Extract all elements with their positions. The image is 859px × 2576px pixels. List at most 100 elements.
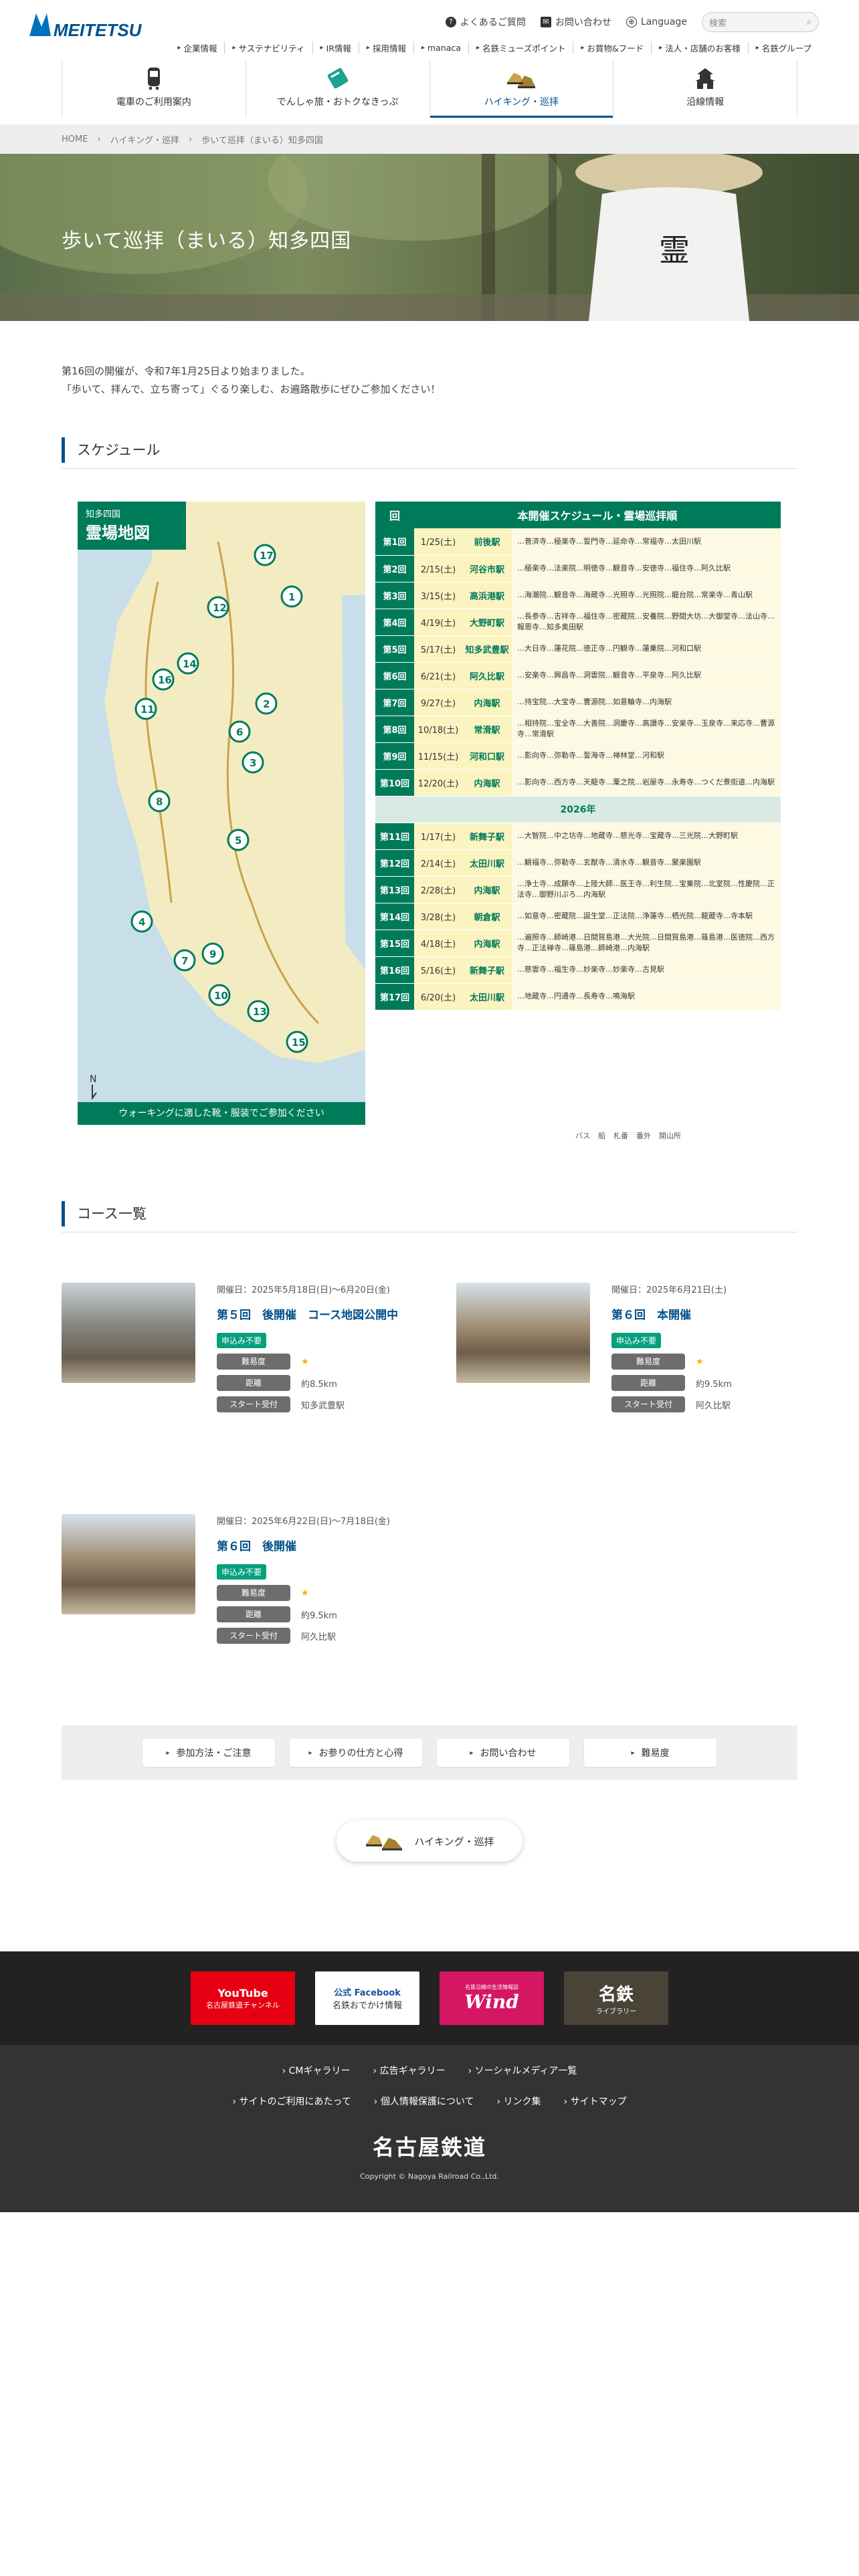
breadcrumb-home[interactable]: HOME [62,134,88,144]
schedule-row: 第1回 1/25(土) 前後駅 …普済寺…極楽寺…誓門寺…延命寺…常福寺…太田川駅 [375,528,781,556]
wind-banner[interactable]: 名鉄沿線の生活情報誌 Wind [440,1971,544,2025]
svg-text:15: 15 [292,1037,306,1049]
castle-icon [690,66,721,91]
course-thumbnail[interactable] [62,1514,195,1614]
map-title-main: 霊場地図 [86,524,150,542]
sublink-group[interactable]: ▸ 名鉄グループ [747,41,819,54]
svg-text:8: 8 [156,796,163,808]
shoes-icon [366,1835,403,1850]
language-link[interactable]: ⊕ Language [626,17,687,27]
course-badge: 申込み不要 [217,1564,267,1580]
sublink-company[interactable]: ▸ 企業情報 [170,41,224,54]
sublink-sustainability[interactable]: ▸ サステナビリティ [224,41,312,54]
legend-ship: 船 [598,1132,605,1140]
footer-link-cm[interactable]: CMギャラリー [282,2064,351,2077]
course-card[interactable]: 開催日：2025年5月18日(日)〜6月20日(金) 第５回 後開催 コース地図… [62,1283,436,1412]
gnav-area-info[interactable]: 沿線情報 [613,60,797,118]
link-participation[interactable]: ▸ 参加方法・ご注意 [142,1739,275,1767]
round-date: 6/20(土) [414,983,462,1010]
gnav-hiking[interactable]: ハイキング・巡拝 [429,60,613,118]
round-number: 第1回 [375,528,414,556]
svg-text:14: 14 [183,658,197,670]
round-route: …影向寺…西方寺…天龍寺…粟之院…岩屋寺…永寿寺…つくだ煮街道…内海駅 [512,769,781,796]
sublink-corporate[interactable]: ▸ 法人・店舗のお客様 [651,41,748,54]
course-thumbnail[interactable] [62,1283,195,1383]
library-banner[interactable]: 名鉄 ライブラリー [564,1971,668,2025]
footer-link-links[interactable]: リンク集 [496,2095,541,2108]
round-number: 第5回 [375,635,414,663]
round-number: 第4回 [375,609,414,636]
banner-caption: 名古屋鉄道チャンネル [206,2000,280,2010]
footer-link-privacy[interactable]: 個人情報保護について [374,2095,474,2108]
difficulty-label: 難易度 [611,1354,685,1370]
logo-text: MEITETSU [54,20,142,40]
svg-text:4: 4 [138,916,145,928]
intro-line: 「歩いて、拝んで、立ち寄って」ぐるり楽しむ、お遍路散歩にぜひご参加ください！ [62,383,441,395]
svg-text:16: 16 [158,674,172,686]
round-date: 9/27(土) [414,689,462,716]
gnav-label: 沿線情報 [686,97,725,108]
gnav-train-guide[interactable]: 電車のご利用案内 [62,60,246,118]
course-date: 開催日：2025年5月18日(日)〜6月20日(金) [217,1285,390,1295]
sublink-shopping[interactable]: ▸ お買物&フード [573,41,651,54]
banner-caption: 名鉄沿線の生活情報誌 [465,1984,518,1990]
course-title[interactable]: 第６回 後開催 [217,1537,417,1556]
footer-links-row2: サイトのご利用にあたって 個人情報保護について リンク集 サイトマップ [0,2095,859,2108]
gnav-tickets[interactable]: でんしゃ旅・おトクなきっぷ [245,60,430,118]
course-thumbnail[interactable] [456,1283,590,1383]
table-head-title: 本開催スケジュール・霊場巡拝順 [414,502,781,528]
banner-caption: ライブラリー [596,2008,636,2016]
breadcrumb: HOME › ハイキング・巡拝 › 歩いて巡拝（まいる）知多四国 [0,124,859,154]
round-station: 常滑駅 [462,716,512,743]
footer-link-ads[interactable]: 広告ギャラリー [373,2064,446,2077]
arrow-right-icon: ▸ [308,1749,312,1757]
start-label: スタート受付 [611,1396,685,1412]
search-input[interactable]: 検索 ⌕ [702,12,819,32]
link-contact[interactable]: ▸ お問い合わせ [437,1739,569,1767]
footer-link-social[interactable]: ソーシャルメディア一覧 [468,2064,577,2077]
breadcrumb-hiking[interactable]: ハイキング・巡拝 [110,133,179,146]
course-card[interactable]: 開催日：2025年6月22日(日)〜7月18日(金) 第６回 後開催 申込み不要… [62,1514,436,1644]
legend-fudasho: 札番 [613,1132,628,1140]
sublink-manaca[interactable]: ▸ manaca [413,41,468,54]
round-station: 内海駅 [462,689,512,716]
round-number: 第13回 [375,876,414,903]
question-icon: ? [445,17,456,27]
sublink-recruit[interactable]: ▸ 採用情報 [358,41,413,54]
facebook-banner[interactable]: 公式 Facebook 名鉄おでかけ情報 [315,1971,419,2025]
search-icon[interactable]: ⌕ [807,17,812,27]
sublink-ir[interactable]: ▸ IR情報 [312,41,359,54]
arrow-right-icon: ▸ [631,1749,635,1757]
svg-text:10: 10 [214,990,228,1002]
schedule-row: 第3回 3/15(土) 高浜港駅 …海潮院…観音寺…海蔵寺…光照寺…光照院…龍台院…常… [375,582,781,609]
pilgrimage-map[interactable]: 17 1 12 14 16 11 2 6 3 8 5 4 7 9 10 13 1… [78,502,365,1125]
schedule-row: 第5回 5/17(土) 知多武豊駅 …大日寺…蓮花院…徳正寺…円観寺…蓮乗院…河和口駅 [375,635,781,663]
faq-link[interactable]: ? よくあるご質問 [445,15,526,29]
round-date: 12/20(土) [414,769,462,796]
course-card[interactable]: 開催日：2025年6月21日(土) 第６回 本開催 申込み不要 難易度 ★ 距離約… [456,1283,831,1412]
round-station: 内海駅 [462,769,512,796]
round-station: 前後駅 [462,528,512,556]
round-station: 新舞子駅 [462,956,512,984]
round-number: 第2回 [375,555,414,582]
round-date: 6/21(土) [414,662,462,689]
course-title[interactable]: 第５回 後開催 コース地図公開中 [217,1306,417,1325]
hiking-top-button[interactable]: ハイキング・巡拝 [337,1820,522,1862]
link-manners[interactable]: ▸ お参りの仕方と心得 [290,1739,422,1767]
course-distance: 約9.5km [301,1610,337,1621]
link-label: 難易度 [641,1748,670,1759]
footer-link-sitemap[interactable]: サイトマップ [564,2095,627,2108]
meitetsu-logo[interactable]: MEITETSU [27,9,144,45]
link-label: 参加方法・ご注意 [176,1748,252,1759]
contact-link[interactable]: ✉ お問い合わせ [540,15,611,29]
round-station: 太田川駅 [462,983,512,1010]
sublink-muse-point[interactable]: ▸ 名鉄ミューズポイント [468,41,573,54]
youtube-banner[interactable]: YouTube 名古屋鉄道チャンネル [191,1971,295,2025]
course-title[interactable]: 第６回 本開催 [611,1306,812,1325]
round-station: 新舞子駅 [462,823,512,850]
link-difficulty[interactable]: ▸ 難易度 [584,1739,717,1767]
svg-text:6: 6 [236,726,243,738]
footer-brand: 名古屋鉄道 [372,2135,486,2160]
footer-link-terms[interactable]: サイトのご利用にあたって [232,2095,351,2108]
svg-text:1: 1 [288,591,295,603]
